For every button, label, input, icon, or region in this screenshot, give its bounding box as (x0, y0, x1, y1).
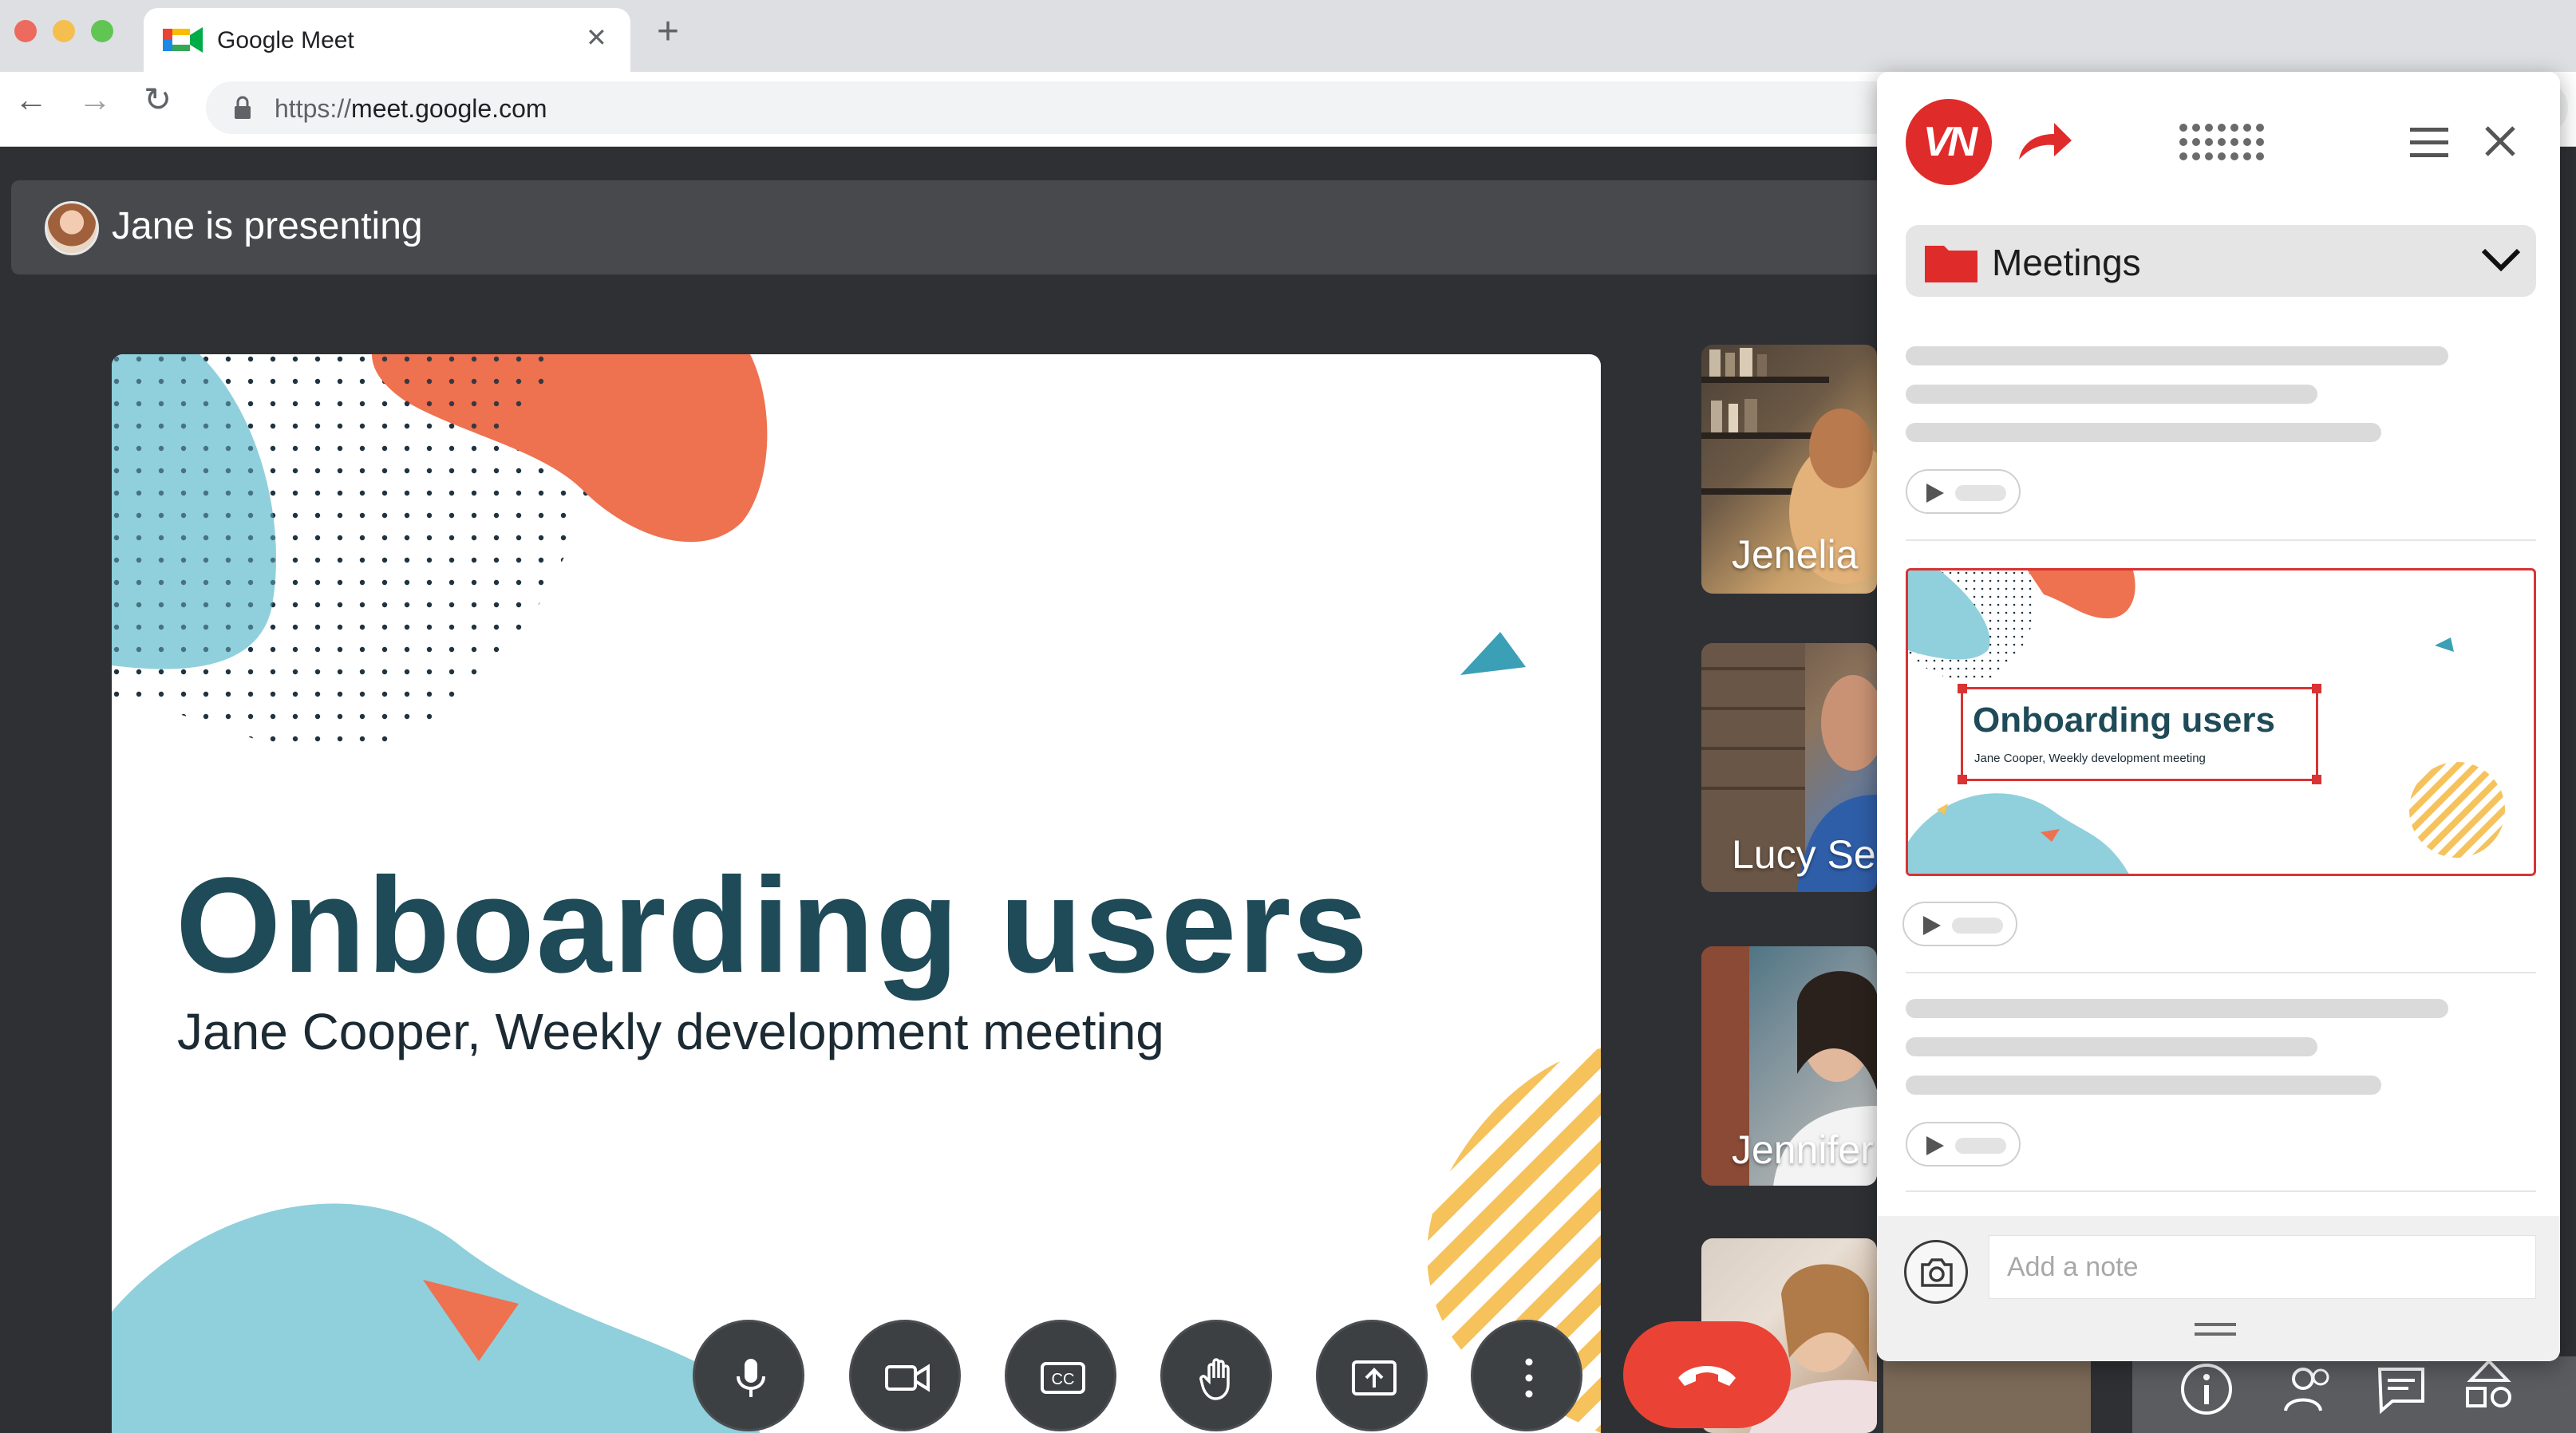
present-screen-button[interactable] (1316, 1320, 1428, 1431)
reload-button[interactable]: ↻ (144, 83, 172, 116)
thumbnail-subtitle: Jane Cooper, Weekly development meeting (1974, 752, 2206, 765)
extension-panel: VN Meetings Onboarding users Jane Cooper… (1877, 72, 2560, 1361)
presenting-banner: Jane is presenting (11, 180, 1926, 274)
close-icon[interactable] (2482, 123, 2519, 160)
svg-text:CC: CC (1052, 1371, 1075, 1388)
chevron-down-icon (2481, 248, 2521, 272)
skeleton-line (1906, 346, 2448, 365)
end-call-button[interactable] (1623, 1321, 1791, 1428)
play-button[interactable] (1902, 902, 2017, 946)
browser-tab-google-meet[interactable]: Google Meet ✕ (144, 8, 630, 72)
captions-button[interactable]: CC (1005, 1320, 1116, 1431)
play-icon (1923, 916, 1941, 935)
thumbnail-title: Onboarding users (1973, 701, 2275, 740)
screen: Google Meet ✕ + ← → ↻ https://meet.googl… (0, 0, 2576, 1433)
participant-tile[interactable]: Jenelia (1701, 345, 1877, 594)
thumbnail-title-selection: Onboarding users Jane Cooper, Weekly dev… (1958, 684, 2321, 784)
play-button[interactable] (1906, 1122, 2021, 1167)
camera-icon (885, 1364, 930, 1392)
close-tab-icon[interactable]: ✕ (586, 22, 607, 53)
participant-name: Lucy Se (1732, 832, 1876, 877)
resize-handle[interactable] (1958, 684, 1967, 693)
duration-placeholder (1955, 485, 2006, 501)
chat-icon[interactable] (2373, 1361, 2429, 1417)
folder-icon (1925, 246, 1977, 282)
divider (1906, 972, 2536, 973)
info-icon[interactable] (2179, 1361, 2234, 1417)
resize-handle[interactable] (2312, 684, 2321, 693)
camera-icon (1921, 1258, 1953, 1287)
resize-handle[interactable] (2312, 775, 2321, 784)
google-meet-icon (163, 27, 203, 53)
apps-grid-icon[interactable] (2177, 121, 2266, 163)
participant-tile[interactable]: Lucy Se (1701, 643, 1877, 892)
people-icon[interactable] (2281, 1361, 2337, 1417)
play-icon (1926, 484, 1944, 503)
skeleton-line (1906, 385, 2317, 404)
participant-tile[interactable]: Jennifer (1701, 946, 1877, 1186)
captions-icon: CC (1041, 1362, 1085, 1394)
share-arrow-icon[interactable] (2014, 120, 2075, 168)
duration-placeholder (1952, 918, 2003, 934)
more-options-icon (1525, 1358, 1533, 1398)
resize-handle[interactable] (1958, 775, 1967, 784)
forward-button[interactable]: → (78, 83, 112, 116)
drag-handle-icon[interactable] (2193, 1320, 2238, 1339)
back-button[interactable]: ← (14, 83, 48, 116)
mic-icon (737, 1359, 765, 1397)
browser-tab-bar: Google Meet ✕ + (0, 0, 2576, 72)
lock-icon (235, 96, 251, 119)
raise-hand-button[interactable] (1160, 1320, 1272, 1431)
folder-label: Meetings (1992, 242, 2141, 283)
menu-icon[interactable] (2408, 124, 2450, 160)
presenting-label: Jane is presenting (112, 205, 423, 247)
minimize-window-button[interactable] (53, 20, 75, 42)
presenter-avatar (45, 201, 99, 255)
camera-button[interactable] (849, 1320, 961, 1431)
note-bar (1877, 1216, 2560, 1361)
recording-thumbnail[interactable]: Onboarding users Jane Cooper, Weekly dev… (1906, 568, 2536, 876)
url-text: https://meet.google.com (275, 94, 547, 124)
slide-subtitle: Jane Cooper, Weekly development meeting (177, 1003, 1164, 1060)
play-icon (1926, 1136, 1944, 1155)
skeleton-line (1906, 1076, 2381, 1095)
folder-dropdown[interactable]: Meetings (1906, 225, 2536, 297)
participant-name: Jenelia (1732, 532, 1859, 577)
maximize-window-button[interactable] (91, 20, 113, 42)
vn-logo: VN (1906, 99, 1992, 185)
more-options-button[interactable] (1471, 1320, 1582, 1431)
divider (1906, 1190, 2536, 1192)
slide-title: Onboarding users (176, 850, 1370, 1001)
end-call-icon (1678, 1366, 1736, 1386)
present-icon (1352, 1360, 1397, 1395)
meeting-side-controls (2132, 1356, 2576, 1433)
participant-name: Jennifer (1732, 1127, 1874, 1172)
url-host: meet.google.com (351, 94, 547, 123)
shared-slide: Onboarding users Jane Cooper, Weekly dev… (112, 354, 1601, 1433)
close-window-button[interactable] (14, 20, 37, 42)
divider (1906, 539, 2536, 541)
new-tab-button[interactable]: + (657, 13, 679, 51)
screenshot-button[interactable] (1904, 1240, 1968, 1304)
activities-icon[interactable] (2459, 1356, 2519, 1415)
note-input[interactable] (1989, 1235, 2536, 1299)
microphone-button[interactable] (693, 1320, 804, 1431)
raise-hand-icon (1199, 1358, 1230, 1400)
skeleton-line (1906, 999, 2448, 1018)
url-scheme: https:// (275, 94, 352, 123)
duration-placeholder (1955, 1138, 2006, 1154)
participant-tile-self[interactable] (1883, 1356, 2091, 1433)
tab-title: Google Meet (217, 27, 354, 53)
skeleton-line (1906, 1037, 2317, 1056)
skeleton-line (1906, 423, 2381, 442)
play-button[interactable] (1906, 469, 2021, 514)
